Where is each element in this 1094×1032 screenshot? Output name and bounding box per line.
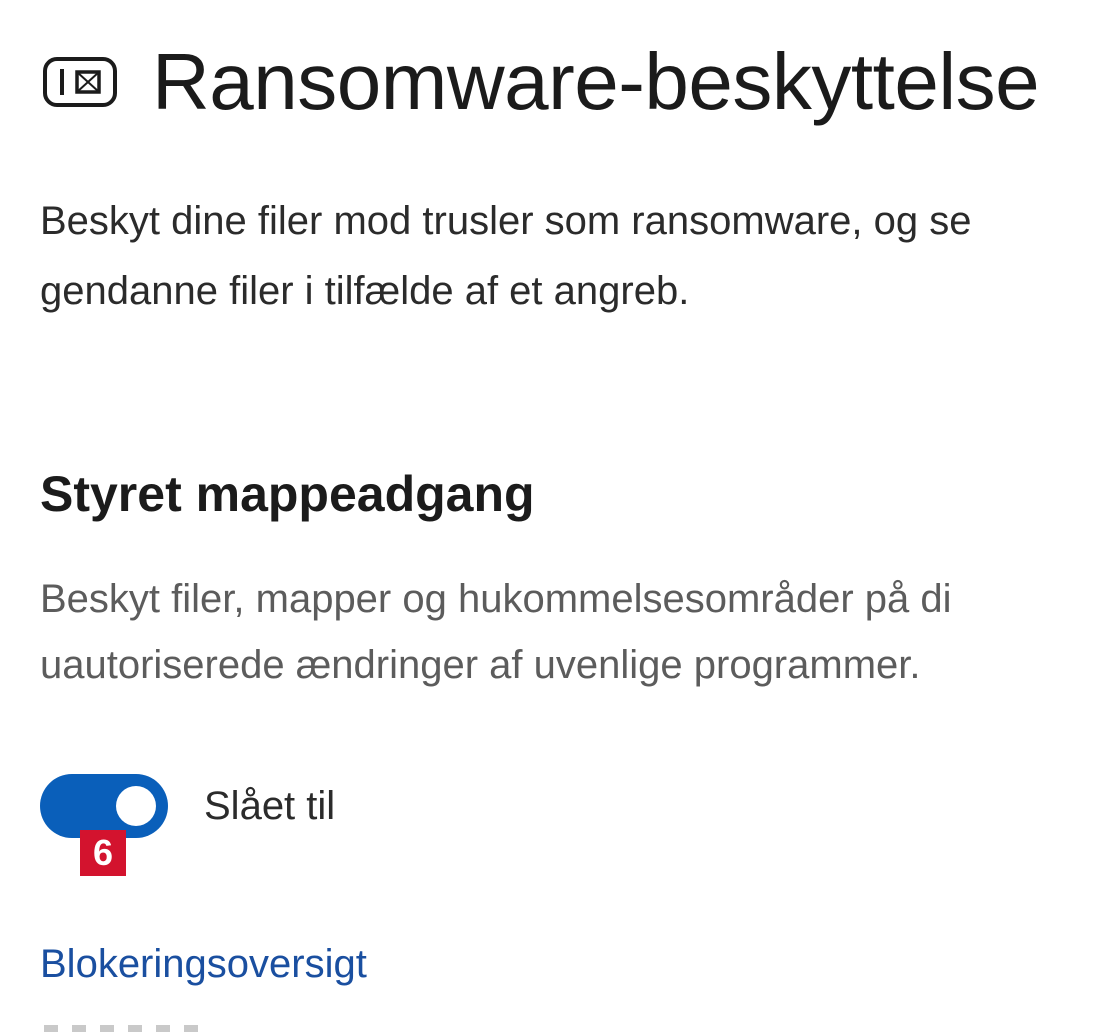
toggle-state-label: Slået til [204, 783, 336, 828]
page-title: Ransomware-beskyttelse [152, 37, 1040, 126]
page-header: Ransomware-beskyttelse [40, 28, 1040, 136]
section-desc-line-2: uautoriserede ændringer af uvenlige prog… [40, 643, 921, 687]
section-description: Beskyt filer, mapper og hukommelsesområd… [40, 566, 1094, 698]
section-desc-line-1: Beskyt filer, mapper og hukommelsesområd… [40, 577, 952, 621]
ransomware-protection-icon [40, 28, 148, 136]
intro-line-2: gendanne filer i tilfælde af et angreb. [40, 269, 690, 313]
controlled-folder-access-toggle[interactable] [40, 774, 168, 838]
toggle-knob [116, 786, 156, 826]
controlled-folder-access-toggle-row: Slået til [40, 774, 335, 838]
block-history-link[interactable]: Blokeringsoversigt [40, 942, 367, 987]
intro-line-1: Beskyt dine filer mod trusler som ransom… [40, 199, 972, 243]
intro-text: Beskyt dine filer mod trusler som ransom… [40, 186, 1094, 326]
step-number-badge: 6 [80, 830, 126, 876]
clipped-link-fragment [44, 1022, 234, 1032]
section-title: Styret mappeadgang [40, 466, 535, 522]
